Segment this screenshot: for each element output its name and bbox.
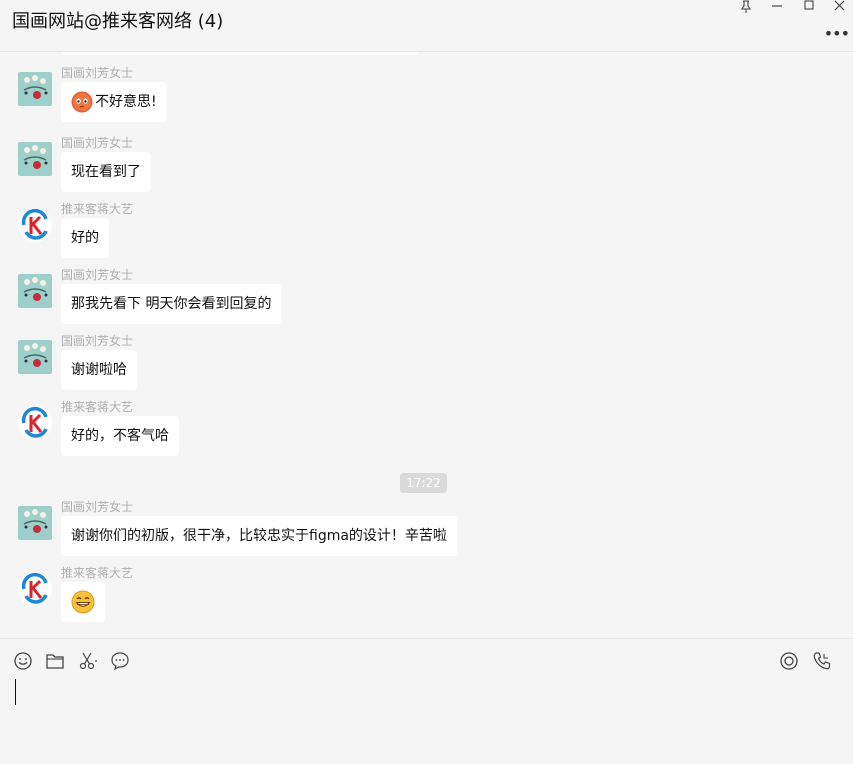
live-icon[interactable]	[778, 650, 800, 672]
previous-bubble-fragment	[62, 52, 418, 55]
more-options-icon[interactable]: •••	[824, 24, 850, 43]
logo-avatar[interactable]	[18, 208, 52, 242]
divider	[0, 638, 853, 639]
sender-name: 推来客蒋大艺	[61, 202, 134, 216]
sender-name: 国画刘芳女士	[61, 66, 134, 80]
scissors-icon[interactable]	[77, 650, 99, 672]
chat-bubble-icon[interactable]	[109, 650, 131, 672]
title-bar: 国画网站@推来客网络 (4) •••	[0, 0, 853, 52]
flower-avatar[interactable]	[18, 340, 52, 374]
message-bubble[interactable]: 谢谢啦哈	[61, 350, 137, 390]
phone-icon[interactable]	[811, 650, 833, 672]
message-bubble[interactable]: 现在看到了	[61, 152, 151, 192]
message-bubble[interactable]: 那我先看下 明天你会看到回复的	[61, 284, 282, 324]
flower-avatar[interactable]	[18, 274, 52, 308]
maximize-icon[interactable]	[798, 0, 820, 14]
chat-title: 国画网站@推来客网络 (4)	[12, 11, 224, 32]
flower-avatar[interactable]	[18, 506, 52, 540]
message-bubble[interactable]: 谢谢你们的初版，很干净，比较忠实于figma的设计！辛苦啦	[61, 516, 457, 556]
message-text: 谢谢啦哈	[71, 362, 127, 378]
message-text: 好的	[71, 230, 99, 246]
message-text: 那我先看下 明天你会看到回复的	[71, 296, 272, 312]
sender-name: 国画刘芳女士	[61, 268, 134, 282]
message-text: 好的，不客气哈	[71, 428, 169, 444]
sender-name: 国画刘芳女士	[61, 334, 134, 348]
flower-avatar[interactable]	[18, 142, 52, 176]
message-bubble[interactable]	[61, 582, 105, 622]
message-bubble[interactable]: 好的	[61, 218, 109, 258]
message-bubble[interactable]: 不好意思!	[61, 82, 167, 122]
text-cursor	[15, 679, 16, 705]
logo-avatar[interactable]	[18, 572, 52, 606]
message-text: 现在看到了	[71, 164, 141, 180]
message-text: 谢谢你们的初版，很干净，比较忠实于figma的设计！辛苦啦	[71, 528, 447, 544]
sender-name: 推来客蒋大艺	[61, 566, 134, 580]
sender-name: 国画刘芳女士	[61, 136, 134, 150]
message-text: 不好意思!	[95, 94, 157, 110]
pin-icon[interactable]	[735, 0, 757, 14]
close-icon[interactable]	[829, 0, 851, 14]
message-bubble[interactable]: 好的，不客气哈	[61, 416, 179, 456]
logo-avatar[interactable]	[18, 406, 52, 440]
emoji-icon[interactable]	[12, 650, 34, 672]
flower-avatar[interactable]	[18, 72, 52, 106]
grin-emoji-icon	[71, 590, 95, 614]
sender-name: 推来客蒋大艺	[61, 400, 134, 414]
blush-emoji-icon	[71, 91, 93, 113]
minimize-icon[interactable]	[766, 0, 788, 14]
message-list[interactable]: 国画刘芳女士 不好意思! 国画刘芳女士 现在看到了 推来客蒋大艺 好的 国画刘芳…	[0, 52, 853, 638]
timestamp-badge: 17:22	[400, 473, 447, 493]
folder-icon[interactable]	[44, 650, 66, 672]
sender-name: 国画刘芳女士	[61, 500, 134, 514]
